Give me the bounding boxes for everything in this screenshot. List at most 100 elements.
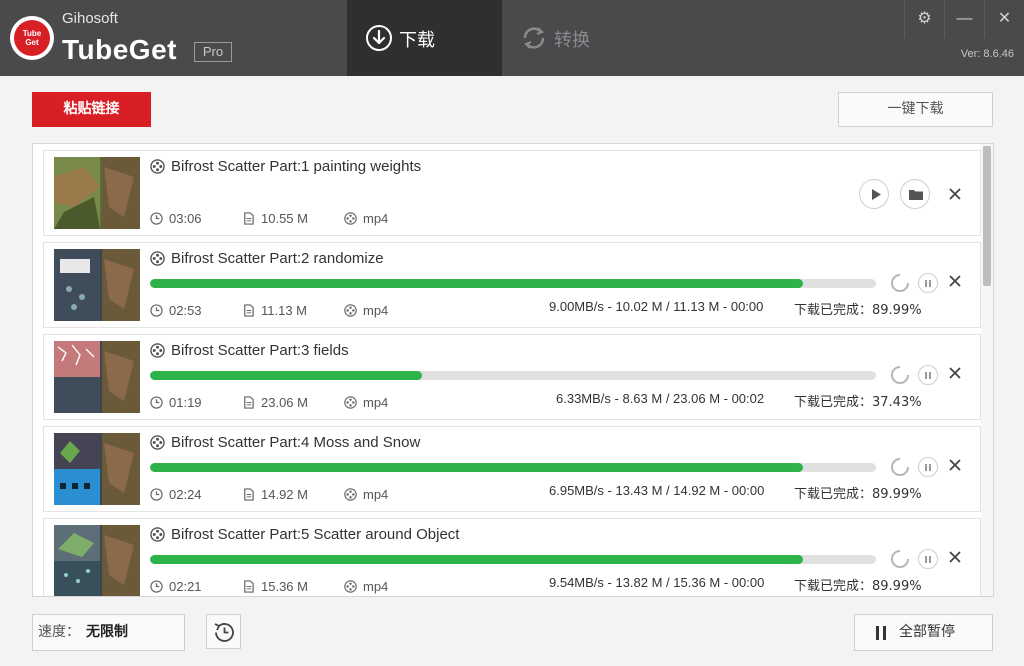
format-field: mp4 [344,487,388,502]
size-field: 23.06 M [242,395,308,410]
format-value: mp4 [363,487,389,502]
completion-percent: 下载已完成：89.99% [794,303,922,318]
scrollbar-thumb[interactable] [983,146,991,286]
clock-icon [150,304,163,317]
format-value: mp4 [363,579,389,594]
loading-spinner-icon [891,274,909,292]
duration-value: 02:53 [169,303,202,318]
transfer-status: 6.95MB/s - 13.43 M / 14.92 M - 00:00 [549,483,765,498]
scrollbar[interactable] [981,144,993,596]
duration-value: 02:24 [169,487,202,502]
tab-convert[interactable]: 转换 [502,0,657,76]
clock-icon [150,488,163,501]
duration-value: 01:19 [169,395,202,410]
format-value: mp4 [363,395,389,410]
one-click-download-button[interactable]: 一键下载 [838,92,993,127]
video-thumbnail [54,157,140,229]
pause-item-button[interactable] [918,549,938,569]
paste-link-button[interactable]: 粘贴链接 [32,92,151,127]
list-item[interactable]: Bifrost Scatter Part:1 painting weights … [43,150,981,236]
pause-item-button[interactable] [918,365,938,385]
download-list: Bifrost Scatter Part:1 painting weights … [32,143,994,597]
progress-bar [150,279,876,288]
film-reel-icon [150,343,165,358]
duration-value: 03:06 [169,211,202,226]
gear-icon: ⚙ [917,10,932,27]
logo-text-bottom: Get [25,38,39,47]
speed-label: 速度： [38,624,80,640]
film-reel-icon [344,396,357,409]
file-icon [244,580,254,593]
size-field: 14.92 M [242,487,308,502]
brand-company: Gihosoft [62,10,118,27]
play-button[interactable] [859,179,889,209]
brand-product: TubeGet [62,34,177,65]
loading-spinner-icon [891,550,909,568]
clock-icon [150,396,163,409]
film-reel-icon [344,580,357,593]
size-value: 23.06 M [261,395,308,410]
progress-bar [150,555,876,564]
history-clock-icon [214,623,234,642]
film-reel-icon [150,159,165,174]
pause-item-button[interactable] [918,457,938,477]
tab-convert-label: 转换 [554,30,590,51]
tab-download[interactable]: 下载 [347,0,502,76]
logo-text-top: Tube [22,29,42,38]
transfer-status: 9.54MB/s - 13.82 M / 15.36 M - 00:00 [549,575,765,590]
list-item[interactable]: Bifrost Scatter Part:5 Scatter around Ob… [43,518,981,596]
completion-percent: 下载已完成：37.43% [794,395,922,410]
progress-bar [150,463,876,472]
transfer-status: 9.00MB/s - 10.02 M / 11.13 M - 00:00 [549,299,764,314]
duration-value: 02:21 [169,579,202,594]
settings-button[interactable]: ⚙ [904,0,944,38]
speed-limit-selector[interactable]: 速度： 无限制 [32,614,185,651]
list-item[interactable]: Bifrost Scatter Part:2 randomize 02:53 1… [43,242,981,328]
close-window-button[interactable]: ✕ [984,0,1024,38]
format-value: mp4 [363,211,389,226]
remove-item-icon[interactable] [947,365,963,381]
remove-item-icon[interactable] [947,186,963,202]
clock-icon [150,212,163,225]
pause-all-label: 全部暂停 [899,624,955,640]
list-item[interactable]: Bifrost Scatter Part:3 fields 01:19 23.0… [43,334,981,420]
minimize-icon: — [956,10,973,27]
duration-field: 02:53 [150,303,202,318]
remove-item-icon[interactable] [947,457,963,473]
remove-item-icon[interactable] [947,273,963,289]
version-label: Ver: 8.6.46 [960,48,1014,60]
duration-field: 02:21 [150,579,202,594]
title-bar: Tube Get Gihosoft TubeGet Pro 下载 转换 ⚙ — … [0,0,1024,76]
pause-all-button[interactable]: 全部暂停 [854,614,993,651]
progress-fill [150,555,804,564]
progress-fill [150,279,804,288]
pause-icon [875,626,887,640]
completion-percent: 下载已完成：89.99% [794,579,922,594]
size-field: 15.36 M [242,579,308,594]
file-icon [244,488,254,501]
loading-spinner-icon [891,458,909,476]
open-folder-button[interactable] [900,179,930,209]
remove-item-icon[interactable] [947,549,963,565]
video-title: Bifrost Scatter Part:5 Scatter around Ob… [171,526,460,543]
format-field: mp4 [344,395,388,410]
app-logo: Tube Get [10,16,54,60]
film-reel-icon [344,212,357,225]
tab-download-label: 下载 [399,30,435,51]
list-item[interactable]: Bifrost Scatter Part:4 Moss and Snow 02:… [43,426,981,512]
convert-sync-icon [523,27,545,49]
pause-item-button[interactable] [918,273,938,293]
video-title: Bifrost Scatter Part:3 fields [171,342,349,359]
minimize-button[interactable]: — [944,0,984,38]
history-button[interactable] [206,614,241,649]
format-field: mp4 [344,211,388,226]
play-icon [872,189,881,200]
video-title: Bifrost Scatter Part:1 painting weights [171,158,422,175]
progress-fill [150,371,422,380]
progress-fill [150,463,804,472]
video-title: Bifrost Scatter Part:2 randomize [171,250,384,267]
film-reel-icon [150,527,165,542]
duration-field: 02:24 [150,487,202,502]
film-reel-icon [344,488,357,501]
clock-icon [150,580,163,593]
